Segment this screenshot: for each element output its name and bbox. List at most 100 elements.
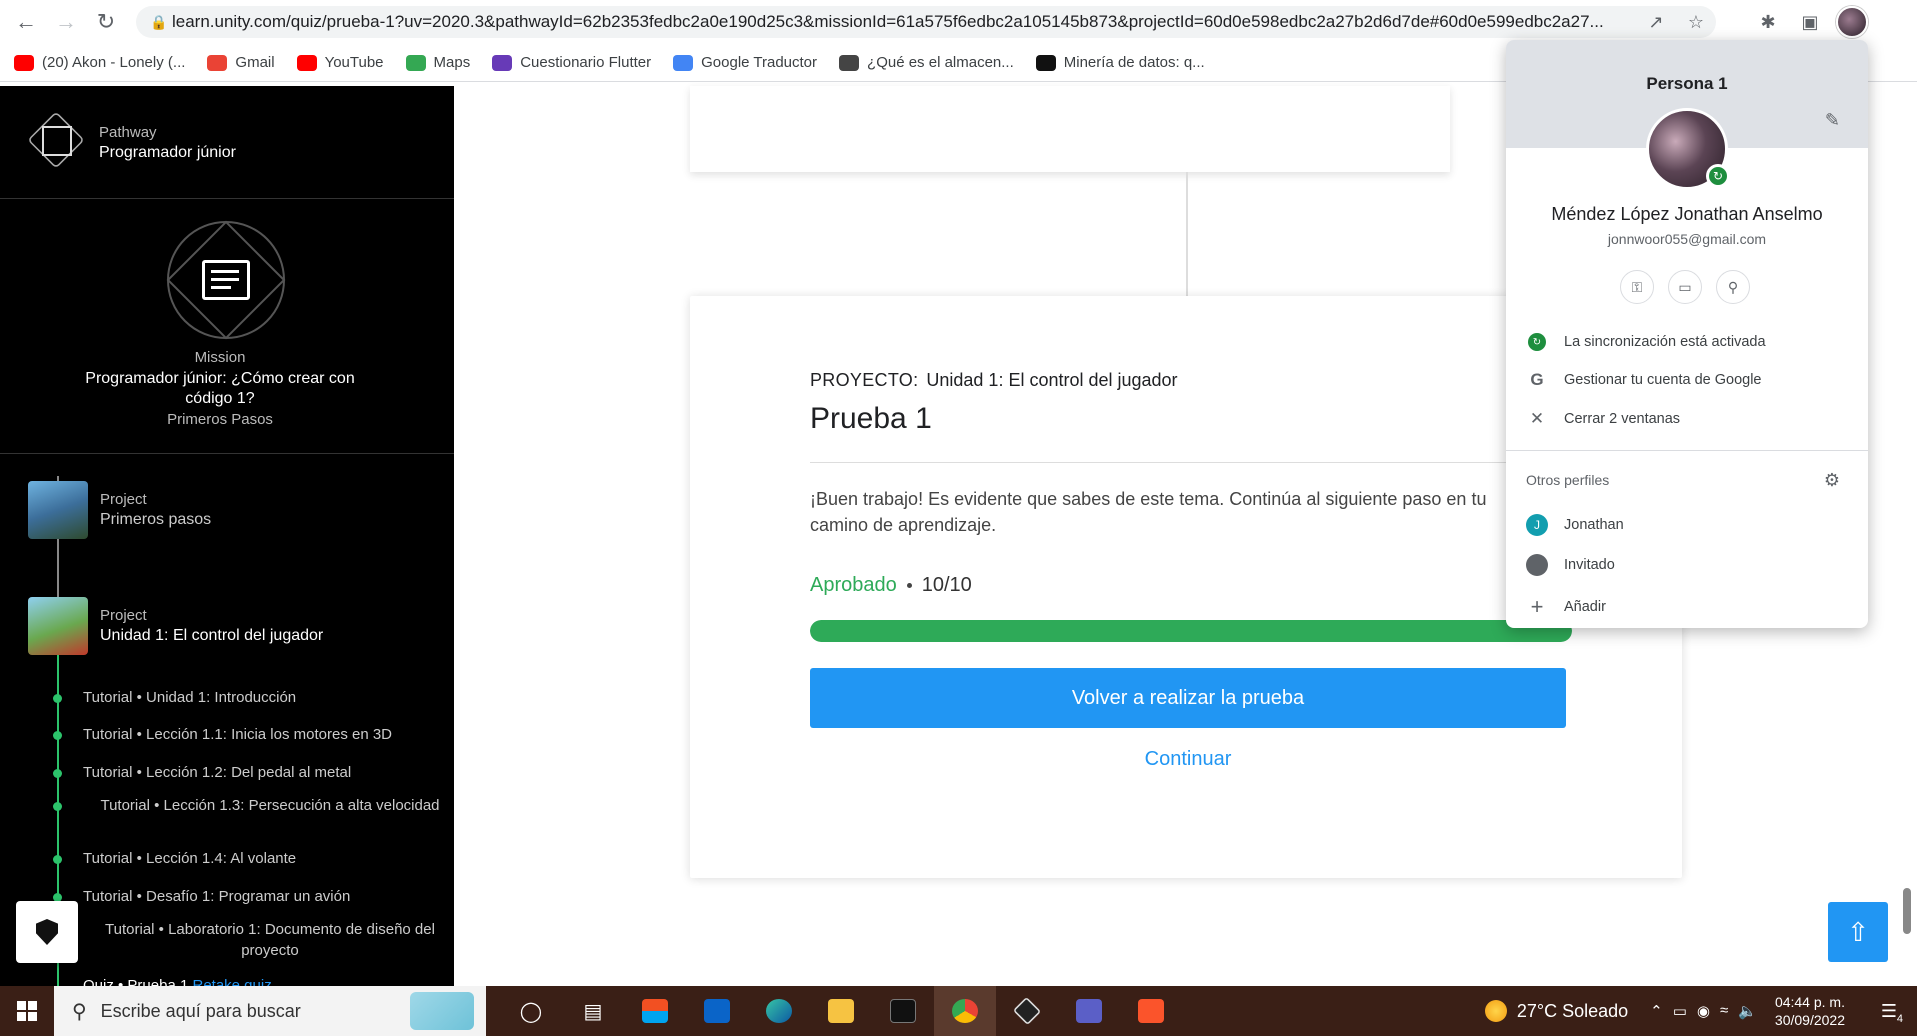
system-tray: 27°C Soleado ⌃ ▭ ◉ ≈ 🔈 04:44 p. m. 30/09… [1484,986,1917,1036]
notifications-button[interactable]: ☰ 4 [1871,993,1907,1029]
reload-button[interactable]: ↻ [86,2,126,42]
key-icon[interactable]: ⚿ [1620,270,1654,304]
bookmark-favicon-icon [839,54,860,71]
profile-initial-icon: J [1526,514,1548,536]
project-label: Project [100,491,147,508]
privacy-shield-button[interactable] [16,901,78,963]
weather-text[interactable]: 27°C Soleado [1517,1001,1628,1022]
close-icon: ✕ [1529,409,1545,428]
tutorial-item[interactable]: Tutorial • Lección 1.4: Al volante [40,848,440,869]
tutorial-item[interactable]: Tutorial • Lección 1.2: Del pedal al met… [40,762,440,783]
project-breadcrumb: PROYECTO: Unidad 1: El control del jugado… [810,370,1178,390]
bookmark-favicon-icon [1035,54,1056,71]
shield-icon [36,919,58,945]
chevron-up-icon[interactable]: ⌃ [1650,1002,1663,1020]
project-label: Project [100,607,147,624]
score-progress-bar [810,620,1572,642]
battery-icon[interactable]: ▭ [1673,1002,1687,1020]
tutorial-item[interactable]: Tutorial • Desafío 1: Programar un avión [40,886,440,907]
date-text: 30/09/2022 [1774,1012,1845,1028]
forward-button[interactable]: → [46,2,86,42]
terminal-icon[interactable] [872,986,934,1036]
tutorial-item[interactable]: Tutorial • Lección 1.3: Persecución a al… [40,795,440,816]
bookmark-item[interactable]: YouTube [296,54,384,71]
file-explorer-icon[interactable] [810,986,872,1036]
continue-link[interactable]: Continuar [810,748,1566,771]
bookmark-favicon-icon [405,54,426,71]
volume-icon[interactable]: 🔈 [1738,1002,1757,1020]
bookmark-item[interactable]: Google Traductor [673,54,817,71]
pathway-header[interactable]: Pathway Programador júnior [0,86,454,199]
edge-browser-icon[interactable] [748,986,810,1036]
task-view-icon[interactable]: ◯ [500,986,562,1036]
bookmark-label: Minería de datos: q... [1063,54,1205,71]
project-item-unidad-1[interactable]: Project Unidad 1: El control del jugador [28,596,323,656]
taskbar-search[interactable]: ⚲ Escribe aquí para buscar [54,986,486,1036]
profile-item-guest[interactable]: Invitado [1526,554,1615,576]
result-message: ¡Buen trabajo! Es evidente que sabes de … [810,489,1487,535]
bookmark-item[interactable]: Minería de datos: q... [1035,54,1205,71]
mission-block[interactable]: Mission Programador júnior: ¿Cómo crear … [0,199,454,454]
retake-quiz-link[interactable]: Retake quiz [192,977,271,986]
bookmark-star-icon[interactable]: ☆ [1682,8,1710,36]
mail-app-icon[interactable] [686,986,748,1036]
sync-status-row[interactable]: ↻ La sincronización está activada [1526,333,1766,351]
brave-browser-icon[interactable] [1120,986,1182,1036]
course-sidebar: Pathway Programador júnior Mission Progr… [0,86,454,986]
project-item-primeros-pasos[interactable]: Project Primeros pasos [28,480,211,540]
side-panel-icon[interactable]: ▣ [1794,6,1826,38]
bookmark-item[interactable]: Cuestionario Flutter [492,54,651,71]
google-g-icon: G [1530,370,1544,389]
tutorial-item[interactable]: Tutorial • Lección 1.1: Inicia los motor… [40,724,440,745]
bookmark-item[interactable]: Gmail [207,54,275,71]
edit-pencil-icon[interactable]: ✎ [1825,110,1840,131]
plus-icon: + [1530,594,1544,619]
network-icon[interactable]: ◉ [1697,1002,1710,1020]
tutorial-item[interactable]: Tutorial • Unidad 1: Introducción [40,687,440,708]
share-icon[interactable]: ↗ [1642,8,1670,36]
clock[interactable]: 04:44 p. m. 30/09/2022 [1775,993,1845,1029]
close-windows-row[interactable]: ✕ Cerrar 2 ventanas [1526,409,1680,429]
mission-emblem-icon [166,220,286,340]
teams-icon[interactable] [1058,986,1120,1036]
profile-item-jonathan[interactable]: J Jonathan [1526,514,1624,536]
unity-hub-icon[interactable] [996,986,1058,1036]
bookmark-item[interactable]: Maps [405,54,470,71]
url-text[interactable]: learn.unity.com/quiz/prueba-1?uv=2020.3&… [172,12,1642,32]
store-app-icon[interactable] [624,986,686,1036]
manage-account-row[interactable]: G Gestionar tu cuenta de Google [1526,370,1761,390]
extensions-icon[interactable]: ✱ [1752,6,1784,38]
mission-label: Mission [194,349,246,366]
address-bar[interactable]: 🔒 learn.unity.com/quiz/prueba-1?uv=2020.… [136,6,1716,38]
browser-toolbar: ← → ↻ 🔒 learn.unity.com/quiz/prueba-1?uv… [0,0,1917,44]
tutorial-item[interactable]: Tutorial • Laboratorio 1: Documento de d… [40,919,440,961]
mission-subtitle: Primeros Pasos [167,411,273,428]
guest-person-icon [1526,554,1548,576]
bookmark-label: YouTube [324,54,384,71]
profile-avatar-button[interactable] [1836,6,1868,38]
scrollbar-thumb[interactable] [1903,888,1911,934]
location-pin-icon[interactable]: ⚲ [1716,270,1750,304]
chrome-browser-icon[interactable] [934,986,996,1036]
start-button[interactable] [0,986,54,1036]
avatar [1836,6,1868,38]
retake-quiz-button[interactable]: Volver a realizar la prueba [810,668,1566,728]
sync-icon: ↻ [1528,333,1546,351]
bookmark-item[interactable]: ¿Qué es el almacen... [839,54,1014,71]
search-placeholder: Escribe aquí para buscar [100,1000,301,1021]
scroll-to-top-button[interactable]: ⇧ [1828,902,1888,962]
pathway-title: Programador júnior [99,144,236,161]
quiz-item[interactable]: Quiz • Prueba 1 Retake quiz [40,975,440,986]
credit-card-icon[interactable]: ▭ [1668,270,1702,304]
bookmark-item[interactable]: (20) Akon - Lonely (... [14,54,185,71]
mission-title: Programador júnior: ¿Cómo crear con códi… [85,370,355,407]
quiz-title: Prueba 1 [810,402,932,435]
sync-badge-icon: ↻ [1706,164,1730,188]
gear-icon[interactable]: ⚙ [1824,470,1840,491]
add-profile-row[interactable]: + Añadir [1526,594,1606,620]
bookmark-favicon-icon [673,54,694,71]
bookmark-label: ¿Qué es el almacen... [867,54,1014,71]
wifi-icon[interactable]: ≈ [1720,1002,1728,1020]
back-button[interactable]: ← [6,2,46,42]
timeline-icon[interactable]: ▤ [562,986,624,1036]
